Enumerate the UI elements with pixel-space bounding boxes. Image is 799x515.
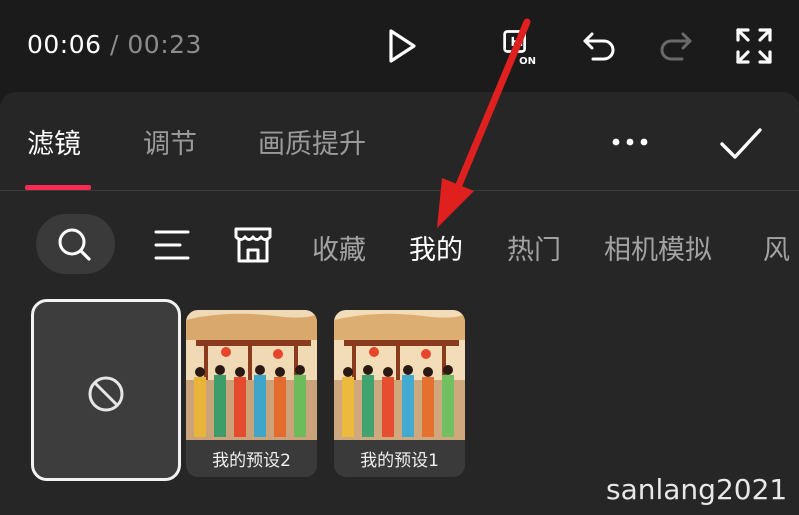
undo-button[interactable]: [579, 26, 619, 66]
no-filter-tile[interactable]: [31, 299, 181, 481]
preset-thumbnail: [186, 310, 317, 440]
filter-panel: 滤镜 调节 画质提升 收藏 我的 热门 相机模拟 风 我的预设2 我的预设1: [0, 92, 799, 515]
list-icon[interactable]: [152, 226, 192, 264]
store-icon[interactable]: [232, 225, 274, 265]
tab-quality-enhance[interactable]: 画质提升: [258, 122, 366, 161]
filter-search-button[interactable]: [36, 214, 115, 274]
hd-toggle-icon: ON: [503, 30, 536, 66]
fullscreen-button[interactable]: [734, 26, 774, 66]
time-separator: /: [110, 30, 119, 59]
tab-adjust[interactable]: 调节: [143, 122, 197, 161]
panel-divider: [0, 190, 799, 191]
preset-label: 我的预设2: [186, 440, 317, 477]
redo-icon: [660, 32, 692, 61]
watermark: sanlang2021: [606, 473, 788, 506]
search-icon: [58, 228, 91, 261]
preset-card[interactable]: 我的预设1: [334, 310, 465, 477]
category-style[interactable]: 风: [763, 228, 790, 267]
hd-badge: ON: [519, 56, 536, 66]
current-time: 00:06: [27, 30, 102, 59]
preset-thumbnail: [334, 310, 465, 440]
total-duration: 00:23: [127, 30, 202, 59]
preset-card[interactable]: 我的预设2: [186, 310, 317, 477]
redo-button[interactable]: [656, 26, 696, 66]
fullscreen-icon: [736, 28, 772, 64]
preset-label: 我的预设1: [334, 440, 465, 477]
play-icon: [389, 29, 416, 63]
tab-filter[interactable]: 滤镜: [27, 122, 81, 161]
playback-time: 00:06 / 00:23: [27, 30, 202, 59]
playback-bar: 00:06 / 00:23 ON: [0, 0, 799, 92]
more-dots-icon[interactable]: [610, 130, 650, 154]
category-hot[interactable]: 热门: [507, 228, 561, 267]
undo-icon: [583, 32, 615, 61]
play-button[interactable]: [381, 26, 421, 66]
checkmark-icon[interactable]: [718, 120, 764, 166]
none-filter-icon: [88, 376, 124, 412]
category-camera-simulation[interactable]: 相机模拟: [604, 228, 712, 267]
category-favorites[interactable]: 收藏: [312, 228, 366, 267]
hd-toggle-button[interactable]: ON: [501, 26, 541, 66]
category-mine[interactable]: 我的: [409, 228, 463, 267]
